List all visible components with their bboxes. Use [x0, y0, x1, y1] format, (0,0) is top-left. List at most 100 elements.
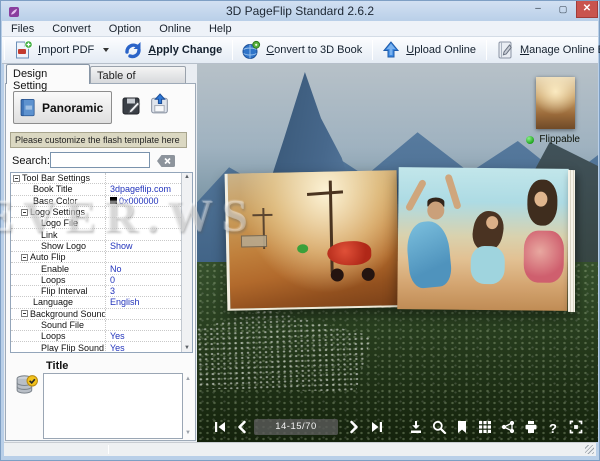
save-export-icon[interactable]: [148, 93, 172, 116]
settings-row-enable[interactable]: EnableNo: [11, 263, 181, 274]
settings-row-logo-file[interactable]: Logo File: [11, 218, 181, 229]
minimize-button[interactable]: –: [529, 1, 547, 18]
title-textarea[interactable]: [43, 373, 183, 439]
nav-last-page-icon[interactable]: [370, 420, 384, 434]
wheel-shape: [331, 269, 344, 282]
nav-first-page-icon[interactable]: [213, 420, 227, 434]
toolbar-apply-change-button[interactable]: Apply Change: [117, 38, 230, 62]
settings-value: 0x000000: [119, 196, 159, 206]
resize-grip[interactable]: [585, 445, 594, 454]
page-thumbnail[interactable]: [536, 77, 575, 129]
toolbar-upload-online-button[interactable]: Upload Online: [375, 38, 484, 62]
settings-row-sound-file[interactable]: Sound File: [11, 320, 181, 331]
book-right-page[interactable]: [397, 167, 568, 311]
pdf-import-icon: [13, 40, 33, 60]
settings-label-cell: Sound File: [11, 320, 106, 330]
dropdown-caret-icon[interactable]: [103, 48, 109, 52]
book-left-page[interactable]: [225, 170, 400, 311]
toolbar-convert-to-3d-book-button[interactable]: Convert to 3D Book: [235, 38, 370, 62]
nav-share-icon[interactable]: [501, 420, 515, 434]
flipbook-preview: Flippable 14-15/70 ?: [197, 64, 598, 442]
settings-label-cell: Language: [11, 297, 106, 307]
nav-next-page-icon[interactable]: [347, 420, 361, 434]
help-question-mark: ?: [549, 421, 557, 436]
template-panoramic-button[interactable]: Panoramic: [13, 91, 112, 124]
settings-label-cell: Background Sound: [11, 309, 106, 319]
settings-value: 3: [110, 286, 115, 296]
settings-row-background-sound[interactable]: Background Sound: [11, 309, 181, 320]
settings-value: Yes: [110, 331, 125, 341]
settings-value-cell[interactable]: Yes: [106, 343, 181, 352]
nav-zoom-search-icon[interactable]: [432, 420, 446, 434]
template-note: Please customize the flash template here: [10, 132, 187, 148]
settings-label-cell: Auto Flip: [11, 252, 106, 262]
menu-item-help[interactable]: Help: [200, 23, 241, 35]
collapse-box-icon[interactable]: [13, 175, 20, 182]
toolbar-manage-online-books-button[interactable]: Manage Online Books: [489, 38, 600, 62]
textarea-scroll-down-icon[interactable]: ▼: [185, 430, 191, 436]
status-bar-divider: [108, 445, 109, 454]
collapse-box-icon[interactable]: [21, 209, 28, 216]
settings-value-cell[interactable]: English: [106, 297, 181, 307]
settings-value: 3dpageflip.com: [110, 184, 171, 194]
settings-label: Link: [41, 230, 58, 240]
settings-row-play-flip-sound[interactable]: Play Flip SoundYes: [11, 342, 181, 352]
menu-item-files[interactable]: Files: [2, 23, 43, 35]
toolbar-upload-online-label: Upload Online: [406, 44, 476, 56]
settings-scrollbar[interactable]: ▲ ▼: [181, 173, 192, 352]
nav-download-icon[interactable]: [409, 420, 423, 434]
figure-top-shape: [471, 246, 505, 284]
color-swatch: [110, 197, 117, 204]
settings-row-book-title[interactable]: Book Title 3dpageflip.com: [11, 184, 181, 195]
settings-row-loops[interactable]: LoopsYes: [11, 331, 181, 342]
flipbook-nav-bar: 14-15/70 ?: [197, 416, 598, 440]
menu-item-online[interactable]: Online: [150, 23, 200, 35]
collapse-box-icon[interactable]: [21, 310, 28, 317]
settings-row-flip-interval[interactable]: Flip Interval3: [11, 286, 181, 297]
app-window: 3D PageFlip Standard 2.6.2 – ▢ ✕ FilesCo…: [0, 0, 600, 461]
textarea-scroll-up-icon[interactable]: ▲: [185, 376, 191, 382]
settings-value-cell[interactable]: 3dpageflip.com: [106, 184, 181, 194]
nav-help-icon[interactable]: ?: [549, 420, 563, 434]
apply-refresh-icon: [123, 40, 143, 60]
menu-item-option[interactable]: Option: [100, 23, 150, 35]
blue-book-icon: [19, 97, 37, 119]
nav-bookmark-icon[interactable]: [455, 420, 469, 434]
design-setting-panel: Panoramic Please customize the flash tem…: [5, 83, 196, 441]
menu-item-convert[interactable]: Convert: [43, 23, 100, 35]
scroll-up-icon[interactable]: ▲: [184, 174, 190, 180]
settings-row-show-logo[interactable]: Show LogoShow: [11, 241, 181, 252]
settings-row-auto-flip[interactable]: Auto Flip: [11, 252, 181, 263]
settings-value-cell[interactable]: Yes: [106, 331, 181, 341]
settings-value-cell[interactable]: 0: [106, 275, 181, 285]
settings-label-cell: Tool Bar Settings: [11, 173, 106, 183]
settings-label: Book Title: [33, 184, 73, 194]
nav-fullscreen-icon[interactable]: [569, 420, 583, 434]
settings-row-tool-bar-settings[interactable]: Tool Bar Settings: [11, 173, 181, 184]
settings-value-cell[interactable]: No: [106, 264, 181, 274]
close-button[interactable]: ✕: [576, 1, 598, 18]
toolbar-import-pdf-button[interactable]: Import PDF: [7, 38, 117, 62]
page-indicator[interactable]: 14-15/70: [254, 419, 338, 435]
search-input[interactable]: [50, 152, 150, 168]
settings-row-base-color[interactable]: Base Color0x000000: [11, 196, 181, 207]
nav-prev-page-icon[interactable]: [235, 420, 249, 434]
nav-thumbnails-icon[interactable]: [478, 420, 492, 434]
tab-table-of-contents[interactable]: Table of Contents: [90, 66, 186, 84]
settings-value-cell[interactable]: 0x000000: [106, 196, 181, 206]
nav-print-icon[interactable]: [524, 420, 538, 434]
save-edit-icon[interactable]: [121, 96, 141, 116]
scroll-down-icon[interactable]: ▼: [184, 345, 190, 351]
flipbook[interactable]: [224, 167, 574, 315]
settings-label: Play Flip Sound: [41, 343, 104, 352]
collapse-box-icon[interactable]: [21, 254, 28, 261]
settings-row-link[interactable]: Link: [11, 229, 181, 240]
settings-row-logo-settings[interactable]: Logo Settings: [11, 207, 181, 218]
settings-row-language[interactable]: LanguageEnglish: [11, 297, 181, 308]
maximize-button[interactable]: ▢: [554, 1, 572, 18]
settings-value-cell[interactable]: 3: [106, 286, 181, 296]
settings-row-loops[interactable]: Loops0: [11, 275, 181, 286]
settings-value-cell[interactable]: Show: [106, 241, 181, 251]
clear-icon[interactable]: [156, 154, 176, 168]
tab-design-setting[interactable]: Design Setting: [6, 64, 90, 84]
